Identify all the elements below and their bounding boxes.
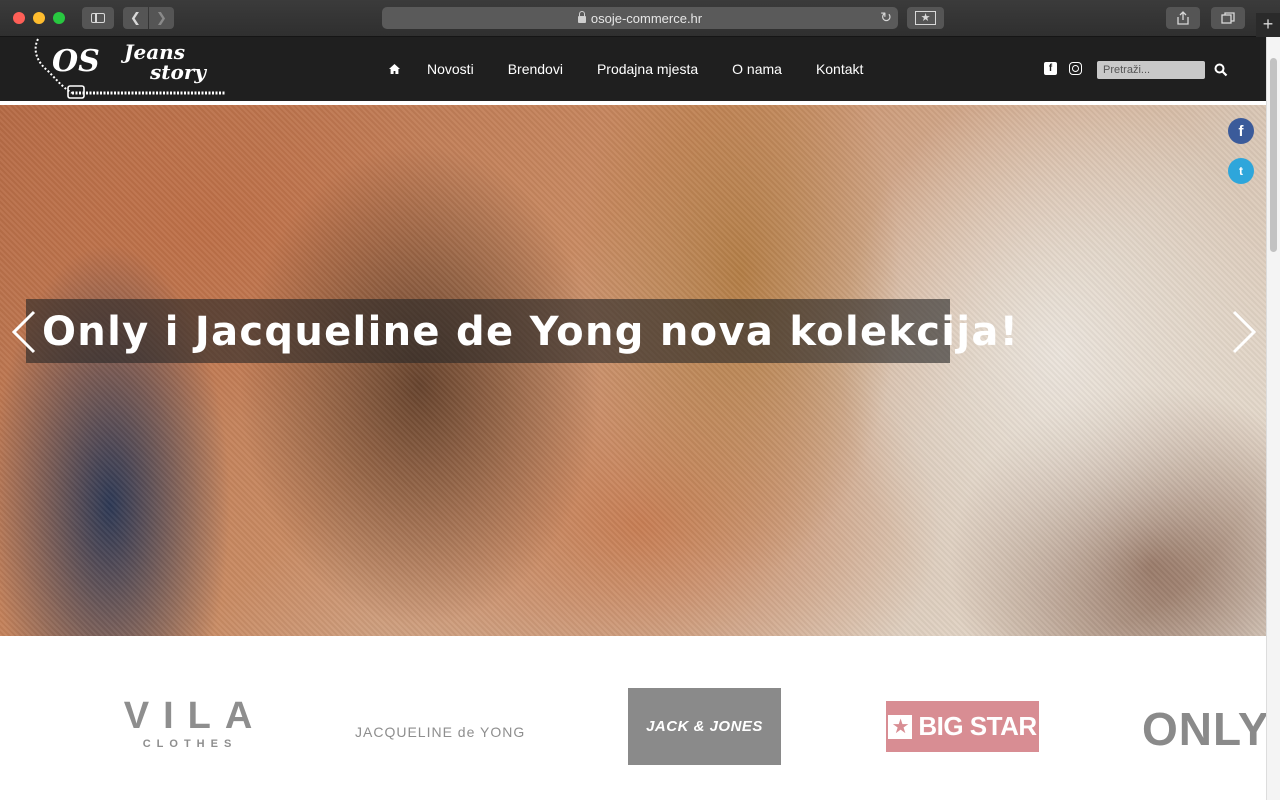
facebook-icon[interactable]: f bbox=[1044, 62, 1057, 75]
slider-prev-arrow-icon[interactable] bbox=[10, 310, 40, 354]
nav-prodajna-mjesta[interactable]: Prodajna mjesta bbox=[597, 61, 698, 77]
tabs-icon bbox=[1221, 12, 1235, 24]
brand-logo-only[interactable]: ONLY bbox=[1142, 702, 1266, 756]
close-window-button[interactable] bbox=[13, 12, 25, 24]
slide-caption-text: Only i Jacqueline de Yong nova kolekcija… bbox=[42, 309, 1020, 355]
lock-icon bbox=[577, 10, 586, 23]
address-url: osoje-commerce.hr bbox=[590, 10, 703, 26]
logo-text-os: OS bbox=[52, 44, 100, 79]
nav-brendovi[interactable]: Brendovi bbox=[508, 61, 563, 77]
search-icon[interactable] bbox=[1214, 63, 1228, 77]
chevron-right-icon: ❯ bbox=[156, 10, 167, 25]
fullscreen-window-button[interactable] bbox=[53, 12, 65, 24]
logo-graphic: OS Jeans story bbox=[34, 38, 226, 99]
slider-next-arrow-icon[interactable] bbox=[1228, 310, 1258, 354]
hero-slider[interactable]: Only i Jacqueline de Yong nova kolekcija… bbox=[0, 105, 1266, 636]
reader-button[interactable]: ★ bbox=[907, 7, 944, 29]
facebook-share-icon[interactable]: f bbox=[1228, 118, 1254, 144]
social-links: f bbox=[1044, 62, 1082, 75]
star-icon: ★ bbox=[914, 11, 937, 25]
forward-button[interactable]: ❯ bbox=[149, 7, 174, 29]
main-nav: Novosti Brendovi Prodajna mjesta O nama … bbox=[388, 37, 897, 101]
back-button[interactable]: ❮ bbox=[123, 7, 148, 29]
sidebar-toggle-button[interactable] bbox=[82, 7, 114, 29]
reload-icon[interactable]: ↻ bbox=[880, 9, 892, 26]
page-viewport: OS Jeans story Novosti Brendovi Prodajna… bbox=[0, 37, 1280, 800]
home-link[interactable] bbox=[388, 63, 401, 75]
vila-logo-text: VILA bbox=[123, 695, 267, 737]
site-logo[interactable]: OS Jeans story bbox=[32, 37, 228, 101]
show-tabs-button[interactable] bbox=[1211, 7, 1245, 29]
address-bar[interactable]: osoje-commerce.hr ↻ bbox=[382, 7, 898, 29]
brand-logo-jack-jones[interactable]: JACK & JONES bbox=[628, 688, 781, 765]
nav-novosti[interactable]: Novosti bbox=[427, 61, 474, 77]
site-header: OS Jeans story Novosti Brendovi Prodajna… bbox=[0, 37, 1266, 101]
brand-carousel: VILA CLOTHES JACQUELINE de YONG JACK & J… bbox=[0, 636, 1266, 800]
brand-logo-vila[interactable]: VILA CLOTHES bbox=[100, 696, 280, 750]
scrollbar-thumb[interactable] bbox=[1270, 58, 1277, 252]
share-button[interactable] bbox=[1166, 7, 1200, 29]
share-icon bbox=[1177, 11, 1189, 25]
sidebar-icon bbox=[91, 13, 105, 23]
instagram-icon[interactable] bbox=[1069, 62, 1082, 75]
brand-logo-bigstar[interactable]: ★ BIG STAR bbox=[886, 701, 1039, 752]
slide-caption: Only i Jacqueline de Yong nova kolekcija… bbox=[26, 299, 1018, 363]
logo-text-story: story bbox=[149, 60, 207, 84]
page-scrollbar[interactable] bbox=[1266, 37, 1280, 800]
twitter-share-icon[interactable]: t bbox=[1228, 158, 1254, 184]
home-icon bbox=[389, 64, 400, 74]
brand-logo-jdy[interactable]: JACQUELINE de YONG bbox=[355, 724, 525, 740]
minimize-window-button[interactable] bbox=[33, 12, 45, 24]
chevron-left-icon: ❮ bbox=[130, 10, 141, 25]
nav-kontakt[interactable]: Kontakt bbox=[816, 61, 863, 77]
browser-toolbar: ❮ ❯ osoje-commerce.hr ↻ ★ + bbox=[0, 0, 1280, 37]
nav-o-nama[interactable]: O nama bbox=[732, 61, 782, 77]
vila-logo-subtext: CLOTHES bbox=[142, 738, 238, 750]
search-input[interactable] bbox=[1097, 61, 1205, 79]
star-icon: ★ bbox=[888, 714, 913, 739]
bigstar-logo-text: BIG STAR bbox=[918, 711, 1037, 741]
new-tab-button[interactable]: + bbox=[1256, 13, 1280, 37]
